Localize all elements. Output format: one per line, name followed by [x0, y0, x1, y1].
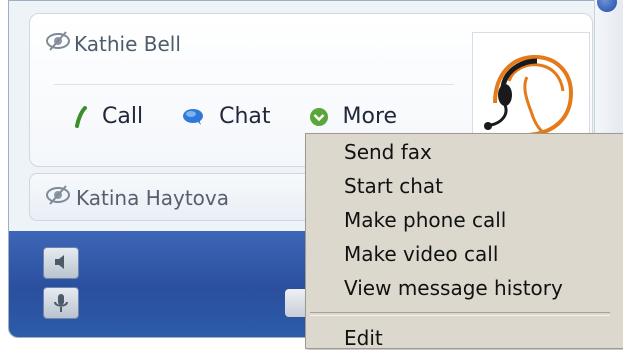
contact-actions: Call Chat More: [74, 104, 435, 129]
headset-operator-icon: [484, 54, 574, 142]
menu-item-make-phone-call[interactable]: Make phone call: [344, 208, 506, 232]
menu-item-start-chat[interactable]: Start chat: [344, 174, 443, 198]
chat-button[interactable]: Chat: [181, 104, 271, 129]
more-button[interactable]: More: [309, 104, 398, 129]
menu-separator: [310, 312, 610, 316]
speaker-button[interactable]: [43, 247, 79, 279]
microphone-icon: [54, 294, 68, 312]
chat-label: Chat: [219, 104, 271, 129]
context-menu: Send fax Start chat Make phone call Make…: [305, 133, 623, 350]
contact-card-header: Kathie Bell: [46, 31, 181, 56]
chat-bubble-icon: [183, 108, 204, 125]
microphone-button[interactable]: [43, 287, 79, 319]
menu-item-edit[interactable]: Edit: [344, 326, 383, 350]
card-divider: [54, 84, 454, 85]
presence-eye-icon: [44, 28, 72, 58]
contact-row[interactable]: Katina Haytova: [29, 173, 331, 221]
call-button[interactable]: Call: [74, 104, 143, 129]
contact-name[interactable]: Kathie Bell: [74, 32, 181, 56]
speaker-icon: [55, 255, 64, 269]
call-label: Call: [102, 104, 144, 129]
more-label: More: [342, 104, 398, 129]
presence-eye-icon: [44, 182, 72, 212]
menu-item-send-fax[interactable]: Send fax: [344, 140, 432, 164]
chevron-down-icon: [309, 107, 328, 126]
menu-item-view-message-history[interactable]: View message history: [344, 276, 563, 300]
phone-icon: [75, 105, 87, 128]
menu-item-make-video-call[interactable]: Make video call: [344, 242, 498, 266]
contact-row-name: Katina Haytova: [76, 186, 230, 210]
